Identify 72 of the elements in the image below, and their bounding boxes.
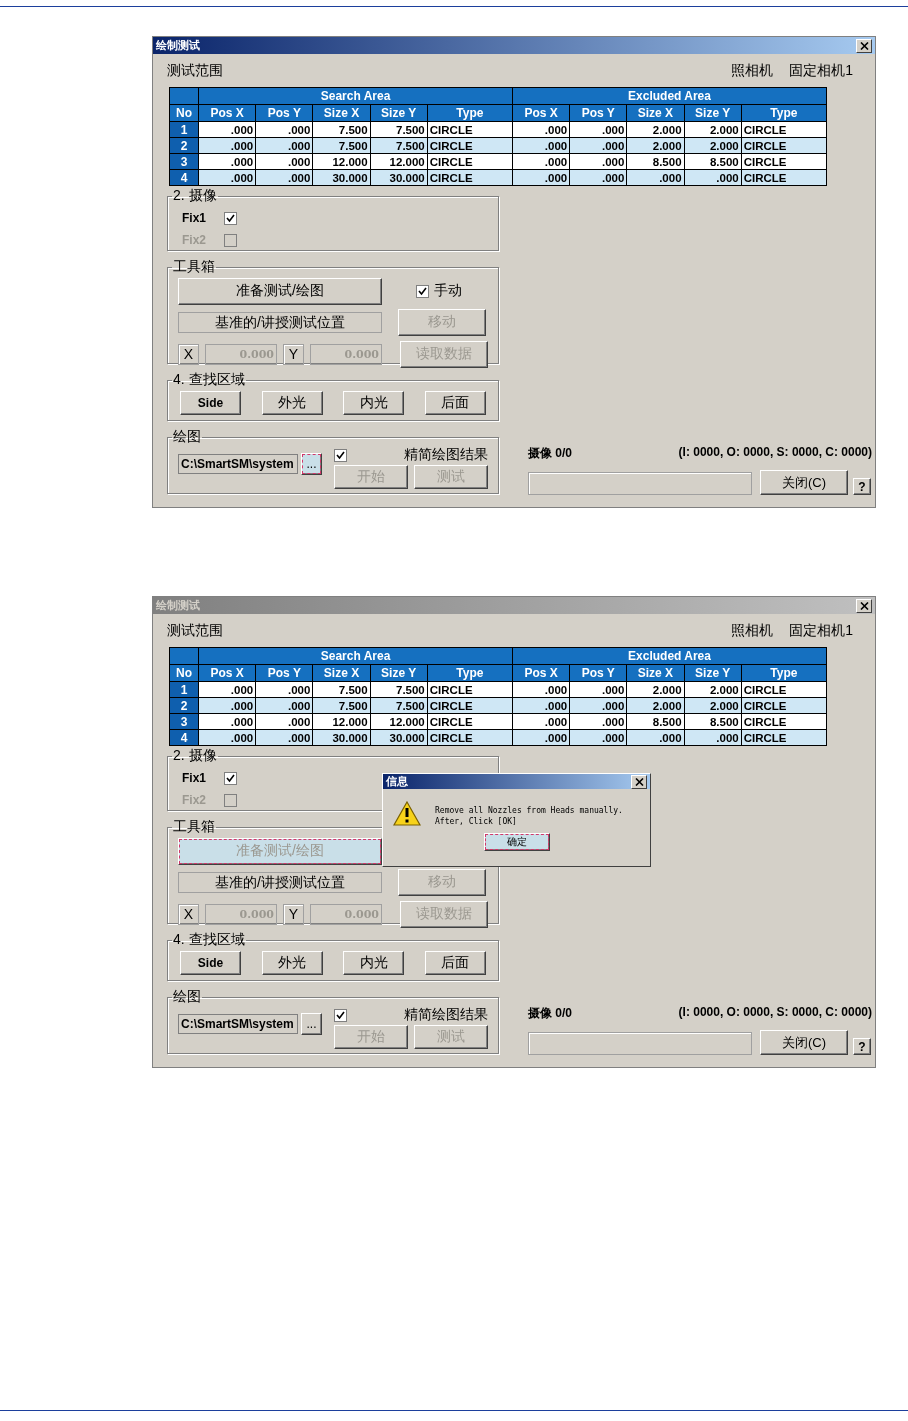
window-title: 绘制测试 — [156, 598, 200, 613]
axis-label: Y — [283, 903, 304, 925]
table-header — [169, 87, 199, 105]
checkbox-label: Fix2 — [182, 793, 207, 807]
path-field[interactable]: C:\SmartSM\system — [178, 1014, 298, 1034]
group-header: Search Area — [198, 647, 513, 665]
close-button[interactable] — [856, 38, 872, 53]
prepare-button[interactable]: 准备测试/绘图 — [178, 277, 382, 305]
group-title: 工具箱 — [172, 258, 216, 276]
position-label: 基准的/讲授测试位置 — [178, 871, 382, 893]
area-button[interactable]: 内光 — [343, 951, 405, 975]
axis-label: Y — [283, 343, 304, 365]
camera-value: 固定相机1 — [789, 622, 853, 640]
ok-button[interactable]: 确定 — [483, 833, 550, 851]
checkbox[interactable] — [334, 448, 347, 462]
area-button[interactable]: Side — [180, 391, 241, 415]
checkbox[interactable] — [224, 211, 237, 225]
warning-icon — [393, 801, 421, 827]
checkbox-label: 手动 — [434, 282, 462, 300]
checkbox-label: Fix1 — [182, 771, 207, 785]
close-icon — [634, 777, 644, 786]
dialog-title: 信息 — [386, 774, 408, 789]
path-field[interactable]: C:\SmartSM\system — [178, 454, 298, 474]
camera-status: 摄像 0/0 — [528, 1005, 572, 1022]
close-button[interactable] — [631, 774, 647, 789]
group-title: 绘图 — [172, 428, 202, 446]
message-text: Remove all Nozzles from Heads manually. — [435, 805, 623, 816]
axis-label: X — [178, 343, 199, 365]
position-label: 基准的/讲授测试位置 — [178, 311, 382, 333]
close-icon — [859, 41, 869, 50]
group-header: Search Area — [198, 87, 513, 105]
window-title: 绘制测试 — [156, 38, 200, 53]
group-title: 4. 查找区域 — [172, 931, 246, 949]
area-button[interactable]: 后面 — [424, 951, 486, 975]
group-title: 2. 摄像 — [172, 747, 218, 765]
close-button[interactable]: 关闭(C) — [760, 470, 848, 495]
browse-button[interactable]: ... — [301, 1013, 322, 1035]
camera-label: 照相机 — [731, 622, 774, 640]
group-header: Excluded Area — [512, 87, 827, 105]
checkbox-label: 精简绘图结果 — [404, 446, 488, 464]
camera-status: 摄像 0/0 — [528, 445, 572, 462]
group-title: 2. 摄像 — [172, 187, 218, 205]
checkbox-label: 精简绘图结果 — [404, 1006, 488, 1024]
message-text: After, Click [OK] — [435, 816, 518, 827]
group-title: 4. 查找区域 — [172, 371, 246, 389]
checkbox-label: Fix2 — [182, 233, 207, 247]
checkbox[interactable] — [416, 284, 429, 298]
camera-value: 固定相机1 — [789, 62, 853, 80]
help-button[interactable]: ? — [853, 478, 871, 495]
range-label: 测试范围 — [167, 622, 223, 640]
checkbox[interactable] — [224, 771, 237, 785]
close-button[interactable] — [856, 598, 872, 613]
close-icon — [859, 601, 869, 610]
axis-label: X — [178, 903, 199, 925]
camera-label: 照相机 — [731, 62, 774, 80]
area-button[interactable]: 内光 — [343, 391, 405, 415]
browse-button[interactable]: ... — [301, 453, 322, 475]
area-button[interactable]: 外光 — [261, 951, 323, 975]
area-button[interactable]: Side — [180, 951, 241, 975]
table-header — [169, 647, 199, 665]
count-status: (I: 0000, O: 0000, S: 0000, C: 0000) — [678, 1005, 872, 1021]
close-button[interactable]: 关闭(C) — [760, 1030, 848, 1055]
group-title: 工具箱 — [172, 818, 216, 836]
group-header: Excluded Area — [512, 647, 827, 665]
area-button[interactable]: 后面 — [424, 391, 486, 415]
group-title: 绘图 — [172, 988, 202, 1006]
help-button[interactable]: ? — [853, 1038, 871, 1055]
area-button[interactable]: 外光 — [261, 391, 323, 415]
checkbox-label: Fix1 — [182, 211, 207, 225]
checkbox[interactable] — [334, 1008, 347, 1022]
count-status: (I: 0000, O: 0000, S: 0000, C: 0000) — [678, 445, 872, 461]
range-label: 测试范围 — [167, 62, 223, 80]
